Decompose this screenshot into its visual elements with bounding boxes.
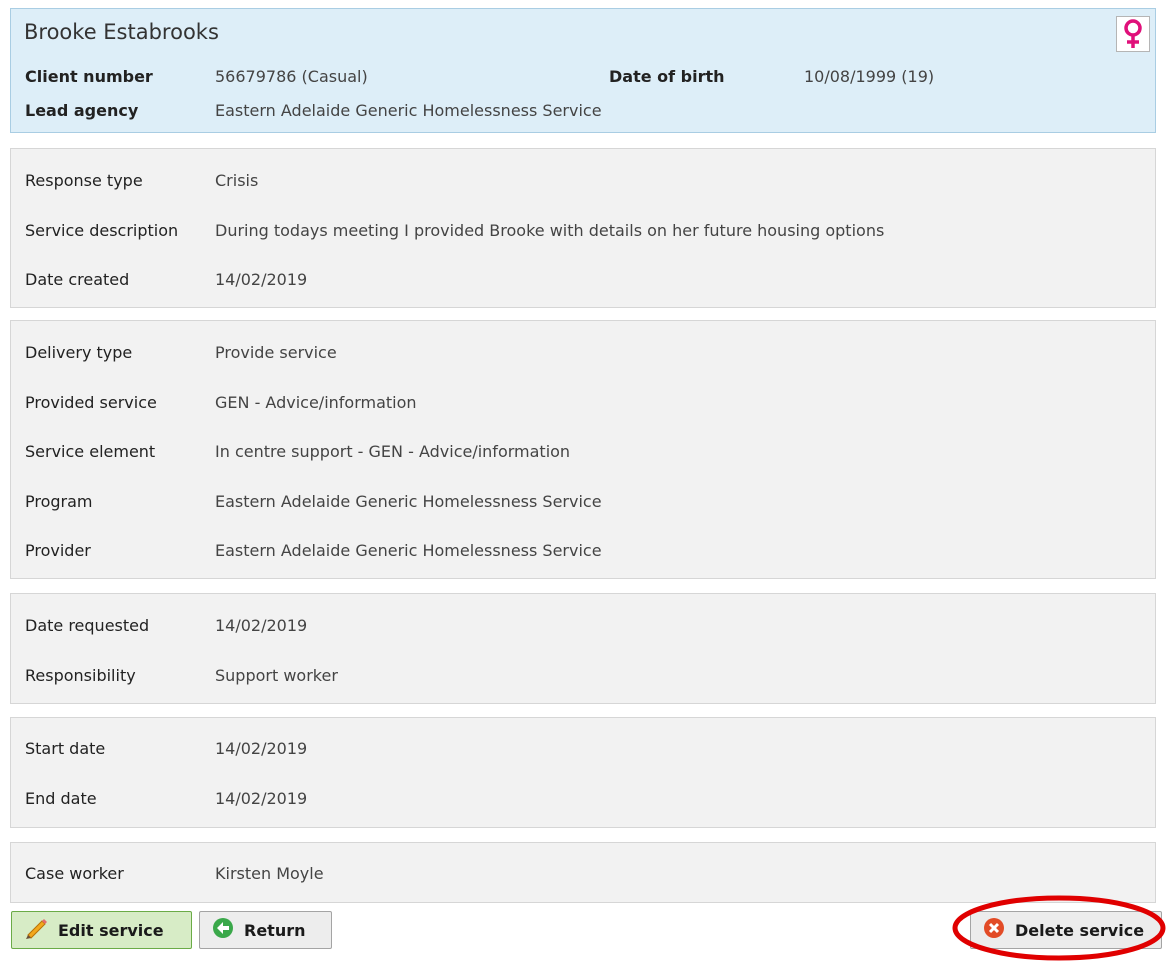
date-requested-value: 14/02/2019 [215, 616, 308, 635]
client-number-label: Client number [25, 67, 153, 86]
end-date-value: 14/02/2019 [215, 789, 308, 808]
delivery-type-value: Provide service [215, 343, 337, 362]
edit-service-label: Edit service [58, 920, 164, 940]
female-icon [1116, 16, 1150, 52]
pencil-icon [24, 917, 48, 943]
request-panel: Date requested 14/02/2019 Responsibility… [10, 593, 1156, 704]
start-date-value: 14/02/2019 [215, 739, 308, 758]
back-arrow-icon [212, 917, 234, 943]
case-worker-value: Kirsten Moyle [215, 864, 324, 883]
delete-circle-x-icon [983, 917, 1005, 943]
return-label: Return [244, 920, 306, 940]
service-description-label: Service description [25, 221, 179, 240]
date-requested-label: Date requested [25, 616, 150, 635]
delivery-type-label: Delivery type [25, 343, 133, 362]
provider-value: Eastern Adelaide Generic Homelessness Se… [215, 541, 602, 560]
service-element-value: In centre support - GEN - Advice/informa… [215, 442, 571, 461]
edit-service-button[interactable]: Edit service [11, 911, 192, 949]
provider-label: Provider [25, 541, 91, 560]
response-type-label: Response type [25, 171, 143, 190]
case-worker-label: Case worker [25, 864, 124, 883]
delete-service-button[interactable]: Delete service [970, 911, 1162, 949]
date-created-label: Date created [25, 270, 130, 289]
response-type-value: Crisis [215, 171, 259, 190]
delete-service-label: Delete service [1015, 920, 1145, 940]
dates-panel: Start date 14/02/2019 End date 14/02/201… [10, 717, 1156, 828]
service-element-label: Service element [25, 442, 156, 461]
case-worker-panel: Case worker Kirsten Moyle [10, 842, 1156, 903]
lead-agency-value: Eastern Adelaide Generic Homelessness Se… [215, 101, 602, 120]
program-label: Program [25, 492, 93, 511]
date-of-birth-value: 10/08/1999 (19) [804, 67, 935, 86]
date-created-value: 14/02/2019 [215, 270, 308, 289]
responsibility-label: Responsibility [25, 666, 136, 685]
return-button[interactable]: Return [199, 911, 332, 949]
program-value: Eastern Adelaide Generic Homelessness Se… [215, 492, 602, 511]
responsibility-value: Support worker [215, 666, 338, 685]
client-name: Brooke Estabrooks [24, 20, 219, 44]
date-of-birth-label: Date of birth [609, 67, 725, 86]
provided-service-label: Provided service [25, 393, 157, 412]
end-date-label: End date [25, 789, 97, 808]
response-panel: Response type Crisis Service description… [10, 148, 1156, 308]
delivery-panel: Delivery type Provide service Provided s… [10, 320, 1156, 579]
provided-service-value: GEN - Advice/information [215, 393, 417, 412]
service-description-value: During todays meeting I provided Brooke … [215, 221, 885, 240]
client-number-value: 56679786 (Casual) [215, 67, 368, 86]
start-date-label: Start date [25, 739, 106, 758]
client-header: Brooke Estabrooks Client number 56679786… [10, 8, 1156, 133]
lead-agency-label: Lead agency [25, 101, 139, 120]
